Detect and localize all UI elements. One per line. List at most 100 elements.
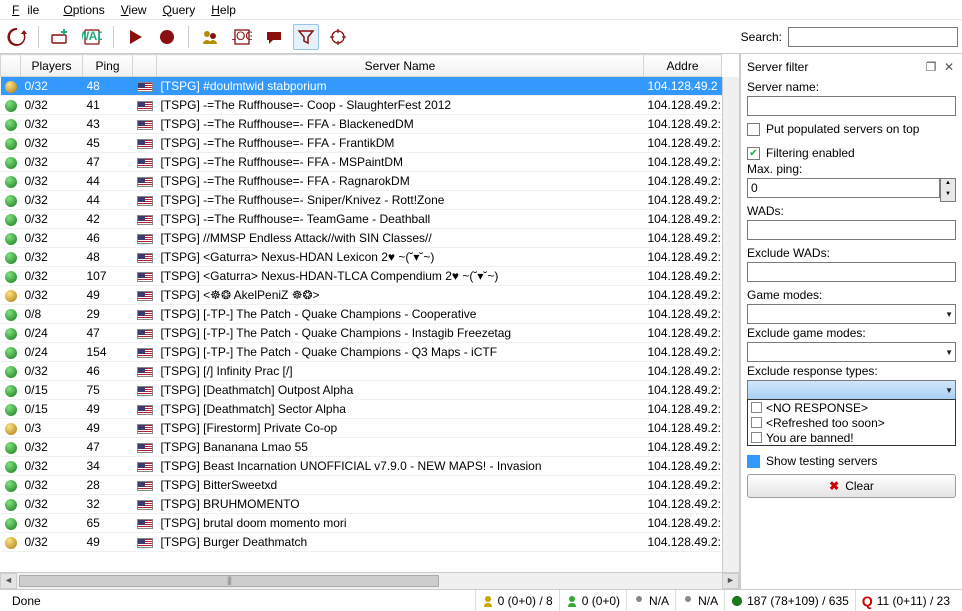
- menu-file[interactable]: File: [4, 1, 55, 19]
- menu-options[interactable]: Options: [55, 1, 112, 19]
- menu-query[interactable]: Query: [155, 1, 204, 19]
- chat-icon[interactable]: [261, 24, 287, 50]
- cell-ping: 75: [83, 381, 133, 400]
- cell-name: [TSPG] Burger Deathmatch: [157, 533, 644, 552]
- server-name-input[interactable]: [747, 96, 956, 116]
- col-ping[interactable]: Ping: [83, 55, 133, 77]
- country-flag-icon: [137, 348, 153, 358]
- table-row[interactable]: 0/32107[TSPG] <Gaturra> Nexus-HDAN-TLCA …: [1, 267, 722, 286]
- cell-name: [TSPG] -=The Ruffhouse=- FFA - RagnarokD…: [157, 172, 644, 191]
- cell-ping: 32: [83, 495, 133, 514]
- refresh-icon[interactable]: [4, 24, 30, 50]
- table-row[interactable]: 0/3249[TSPG] <☸❂ AkelPeniZ ☸❂>104.128.49…: [1, 286, 722, 305]
- cell-players: 0/32: [21, 286, 83, 305]
- cell-addr: 104.128.49.2:: [644, 514, 722, 533]
- table-row[interactable]: 0/1575[TSPG] [Deathmatch] Outpost Alpha1…: [1, 381, 722, 400]
- filtering-enabled-checkbox[interactable]: ✔Filtering enabled: [747, 146, 956, 160]
- clear-button[interactable]: ✖Clear: [747, 474, 956, 498]
- exclude-game-modes-select[interactable]: ▼: [747, 342, 956, 362]
- cell-players: 0/32: [21, 191, 83, 210]
- col-flag[interactable]: [133, 55, 157, 77]
- table-row[interactable]: 0/3234[TSPG] Beast Incarnation UNOFFICIA…: [1, 457, 722, 476]
- log-icon[interactable]: LOG: [229, 24, 255, 50]
- status-group-5: 187 (78+109) / 635: [724, 590, 855, 611]
- cell-name: [TSPG] Beast Incarnation UNOFFICIAL v7.9…: [157, 457, 644, 476]
- wads-input[interactable]: [747, 220, 956, 240]
- cell-players: 0/32: [21, 115, 83, 134]
- show-testing-checkbox[interactable]: Show testing servers: [747, 454, 956, 468]
- cell-ping: 154: [83, 343, 133, 362]
- cell-ping: 46: [83, 362, 133, 381]
- vertical-scrollbar[interactable]: [722, 77, 739, 572]
- cell-players: 0/32: [21, 229, 83, 248]
- cell-name: [TSPG] //MMSP Endless Attack//with SIN C…: [157, 229, 644, 248]
- col-players[interactable]: Players: [21, 55, 83, 77]
- exclude-response-label: Exclude response types:: [747, 364, 956, 378]
- target-icon[interactable]: [325, 24, 351, 50]
- table-row[interactable]: 0/3265[TSPG] brutal doom momento mori104…: [1, 514, 722, 533]
- search-input[interactable]: [788, 27, 958, 47]
- table-row[interactable]: 0/3247[TSPG] -=The Ruffhouse=- FFA - MSP…: [1, 153, 722, 172]
- table-row[interactable]: 0/3232[TSPG] BRUHMOMENTO104.128.49.2:: [1, 495, 722, 514]
- populated-checkbox[interactable]: Put populated servers on top: [747, 122, 956, 136]
- buddies-icon[interactable]: [197, 24, 223, 50]
- cell-addr: 104.128.49.2:: [644, 248, 722, 267]
- dropdown-option[interactable]: <Refreshed too soon>: [748, 415, 955, 430]
- table-row[interactable]: 0/3248[TSPG] #doulmtwid stabporium104.12…: [1, 77, 722, 96]
- table-row[interactable]: 0/3246 [TSPG] //MMSP Endless Attack//with…: [1, 229, 722, 248]
- server-status-icon: [5, 366, 17, 378]
- table-row[interactable]: 0/3244[TSPG] -=The Ruffhouse=- FFA - Rag…: [1, 172, 722, 191]
- cell-addr: 104.128.49.2:: [644, 324, 722, 343]
- record-icon[interactable]: [154, 24, 180, 50]
- cell-name: [TSPG] -=The Ruffhouse=- Sniper/Knivez -…: [157, 191, 644, 210]
- table-row[interactable]: 0/349[TSPG] [Firestorm] Private Co-op104…: [1, 419, 722, 438]
- col-icon[interactable]: [1, 55, 21, 77]
- table-row[interactable]: 0/3248[TSPG] <Gaturra> Nexus-HDAN Lexico…: [1, 248, 722, 267]
- table-row[interactable]: 0/3228[TSPG] BitterSweetxd104.128.49.2:: [1, 476, 722, 495]
- close-icon[interactable]: ✕: [942, 60, 956, 74]
- table-row[interactable]: 0/3244[TSPG] -=The Ruffhouse=- Sniper/Kn…: [1, 191, 722, 210]
- cell-players: 0/24: [21, 324, 83, 343]
- filter-icon[interactable]: [293, 24, 319, 50]
- max-ping-input[interactable]: [747, 178, 940, 198]
- table-row[interactable]: 0/3245[TSPG] -=The Ruffhouse=- FFA - Fra…: [1, 134, 722, 153]
- dropdown-option[interactable]: <NO RESPONSE>: [748, 400, 955, 415]
- game-modes-select[interactable]: ▼: [747, 304, 956, 324]
- country-flag-icon: [137, 82, 153, 92]
- cell-players: 0/32: [21, 153, 83, 172]
- table-row[interactable]: 0/3249[TSPG] Burger Deathmatch104.128.49…: [1, 533, 722, 552]
- table-row[interactable]: 0/3243[TSPG] -=The Ruffhouse=- FFA - Bla…: [1, 115, 722, 134]
- menu-help[interactable]: Help: [203, 1, 244, 19]
- cell-players: 0/32: [21, 362, 83, 381]
- table-row[interactable]: 0/3246[TSPG] [/] Infinity Prac [/]104.12…: [1, 362, 722, 381]
- menu-view[interactable]: View: [113, 1, 155, 19]
- wad-icon[interactable]: WAD: [79, 24, 105, 50]
- server-status-icon: [5, 461, 17, 473]
- server-status-icon: [5, 328, 17, 340]
- cell-ping: 46: [83, 229, 133, 248]
- horizontal-scrollbar[interactable]: ◄ ►: [0, 572, 739, 589]
- col-addr[interactable]: Addre: [644, 55, 722, 77]
- table-row[interactable]: 0/1549[TSPG] [Deathmatch] Sector Alpha10…: [1, 400, 722, 419]
- play-icon[interactable]: [122, 24, 148, 50]
- table-row[interactable]: 0/24154[TSPG] [-TP-] The Patch - Quake C…: [1, 343, 722, 362]
- server-status-icon: [5, 518, 17, 530]
- cell-addr: 104.128.49.2:: [644, 305, 722, 324]
- exclude-response-select[interactable]: ▼ <NO RESPONSE><Refreshed too soon>You a…: [747, 380, 956, 400]
- dropdown-option[interactable]: You are banned!: [748, 430, 955, 445]
- ping-spinner[interactable]: ▲▼: [940, 178, 956, 202]
- table-row[interactable]: 0/3241[TSPG] -=The Ruffhouse=- Coop - Sl…: [1, 96, 722, 115]
- table-row[interactable]: 0/829[TSPG] [-TP-] The Patch - Quake Cha…: [1, 305, 722, 324]
- exclude-wads-input[interactable]: [747, 262, 956, 282]
- cell-ping: 49: [83, 419, 133, 438]
- table-row[interactable]: 0/3242[TSPG] -=The Ruffhouse=- TeamGame …: [1, 210, 722, 229]
- col-name[interactable]: Server Name: [157, 55, 644, 77]
- country-flag-icon: [137, 139, 153, 149]
- country-flag-icon: [137, 120, 153, 130]
- dock-icon[interactable]: ❐: [924, 60, 938, 74]
- add-server-icon[interactable]: [47, 24, 73, 50]
- table-row[interactable]: 0/2447[TSPG] [-TP-] The Patch - Quake Ch…: [1, 324, 722, 343]
- cell-addr: 104.128.49.2:: [644, 362, 722, 381]
- table-row[interactable]: 0/3247[TSPG] Bananana Lmao 55104.128.49.…: [1, 438, 722, 457]
- country-flag-icon: [137, 462, 153, 472]
